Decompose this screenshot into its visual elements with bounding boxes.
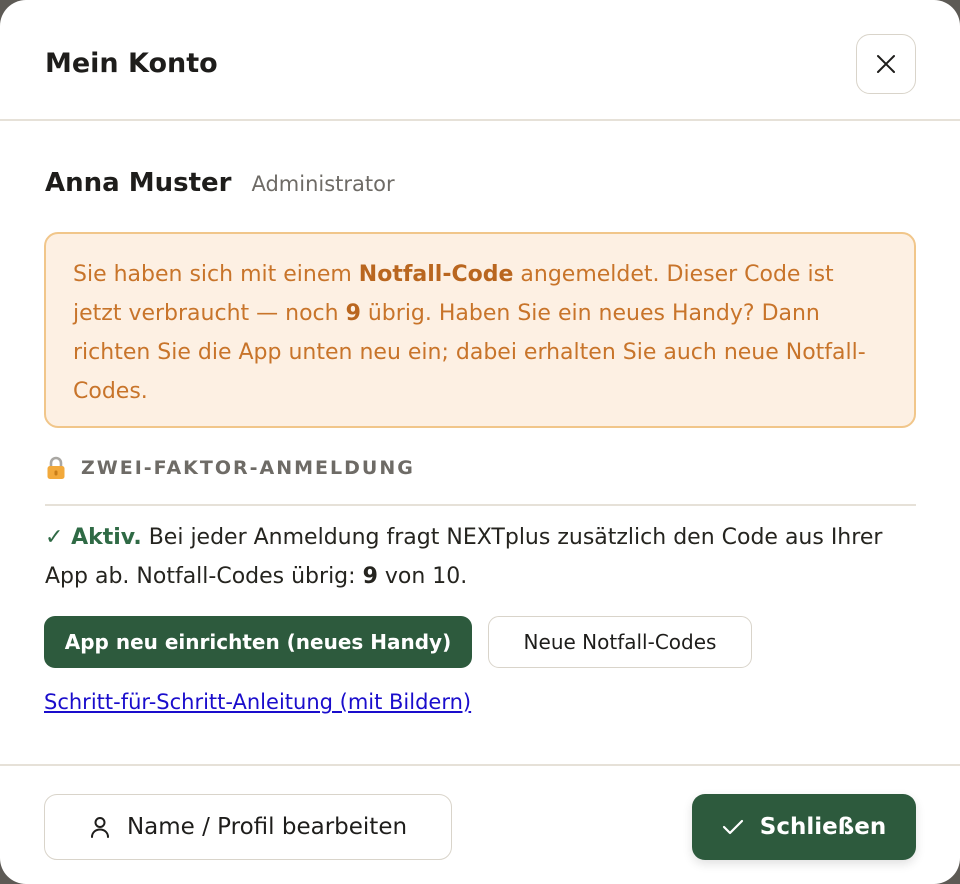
notice-emphasis-code: Notfall-Code <box>358 262 514 287</box>
close-icon <box>877 55 895 73</box>
lock-icon <box>47 456 65 479</box>
codes-left-count: 9 <box>362 564 378 589</box>
close-button[interactable] <box>856 34 916 94</box>
close-dialog-label: Schließen <box>759 814 887 840</box>
notice-remaining-count: 9 <box>345 301 361 326</box>
emergency-code-notice: Sie haben sich mit einem Notfall-Code an… <box>44 232 916 428</box>
new-codes-button[interactable]: Neue Notfall-Codes <box>488 616 752 668</box>
user-icon <box>90 817 109 838</box>
user-info: Anna Muster Administrator <box>45 168 395 198</box>
edit-profile-button[interactable]: Name / Profil bearbeiten <box>44 794 452 860</box>
two-factor-section-header: ZWEI-FAKTOR-ANMELDUNG <box>45 455 916 506</box>
edit-profile-label: Name / Profil bearbeiten <box>126 814 408 840</box>
dialog-title: Mein Konto <box>45 48 218 79</box>
checkmark-icon <box>722 819 743 835</box>
two-factor-status: ✓ Aktiv. Bei jeder Anmeldung fragt NEXTp… <box>45 518 915 596</box>
user-name: Anna Muster <box>45 168 232 198</box>
close-dialog-button[interactable]: Schließen <box>692 794 916 860</box>
guide-link[interactable]: Schritt-für-Schritt-Anleitung (mit Bilde… <box>44 686 471 718</box>
reset-app-button[interactable]: App neu einrichten (neues Handy) <box>44 616 472 668</box>
status-description: von 10. <box>377 564 468 589</box>
notice-text: Sie haben sich mit einem <box>73 262 359 287</box>
account-dialog: Mein Konto Anna Muster Administrator Sie… <box>0 0 960 884</box>
dialog-header: Mein Konto <box>0 0 960 121</box>
user-role: Administrator <box>251 172 395 196</box>
dialog-footer: Name / Profil bearbeiten Schließen <box>0 764 960 884</box>
section-title: ZWEI-FAKTOR-ANMELDUNG <box>81 457 415 479</box>
status-active-label: ✓ Aktiv. <box>45 525 142 550</box>
